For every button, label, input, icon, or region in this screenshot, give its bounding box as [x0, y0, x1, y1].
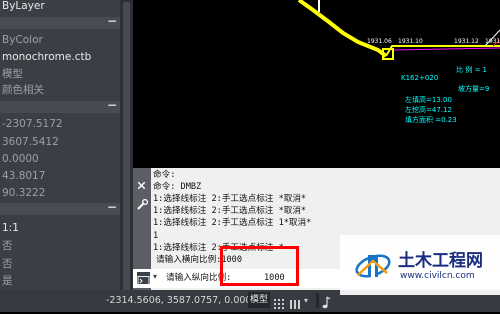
ucs-at-origin-value[interactable]: 否	[0, 255, 133, 273]
road-centerline	[297, 0, 388, 58]
collapse-icon[interactable]: −	[107, 98, 117, 112]
collapse-icon[interactable]: −	[107, 14, 117, 28]
section-header-view[interactable]: −	[0, 98, 120, 113]
layer-value[interactable]: ByLayer	[0, 0, 133, 15]
site-logo-icon	[355, 254, 391, 279]
status-divider	[316, 293, 319, 308]
fill-area-label: 填方面积 =0.23	[405, 116, 457, 124]
ucs-icon-on-value[interactable]: 否	[0, 237, 133, 255]
ground-line	[391, 47, 500, 51]
ucs-per-viewport-value[interactable]: 是	[0, 272, 133, 290]
watermark-url: www.civilcn.com	[400, 271, 475, 281]
drawing-canvas[interactable]: 1931.06 1931.10 1931.12 1931.0 比 例 = 1 K…	[133, 0, 500, 168]
collapse-icon[interactable]: −	[107, 200, 117, 214]
station-label-3: 1931.12	[454, 38, 479, 45]
history-line-4: 1:选择线标注 2:手工选点标注 *取消*	[153, 206, 307, 216]
design-grade-line	[385, 45, 500, 57]
watermark-title: 土木工程网	[398, 251, 483, 271]
history-line-1: 命令:	[153, 170, 176, 180]
slope-volume-label: 坡方量=9	[458, 85, 490, 93]
recent-commands-arrow[interactable]: ▾	[153, 272, 157, 281]
scale-note: 比 例 = 1	[456, 66, 487, 74]
cursor-coordinates[interactable]: -2314.5606, 3587.0757, 0.0000	[106, 294, 258, 308]
center-z-value[interactable]: 0.0000	[0, 150, 133, 168]
close-icon[interactable]	[137, 174, 146, 190]
snap-icon[interactable]	[290, 295, 302, 309]
history-line-3: 1:选择线标注 2:手工选点标注 *取消*	[153, 194, 307, 204]
history-line-5: 1:选择线标注 2:手工选点标注 1*取消*	[153, 218, 312, 228]
center-y-value[interactable]: 3607.5412	[0, 133, 133, 151]
annotation-scale-value[interactable]: 1:1	[0, 219, 133, 237]
height-value[interactable]: 43.8017	[0, 167, 133, 185]
music-note-icon[interactable]	[321, 294, 331, 309]
grid-icon[interactable]	[274, 295, 286, 309]
model-tab[interactable]: 模型	[248, 292, 270, 308]
drawing-svg	[297, 0, 500, 60]
properties-palette: ByLayer − ByColor monochrome.ctb 模型 颜色相关…	[0, 0, 133, 312]
chainage-label: K162+020	[401, 74, 439, 82]
command-prompt-icon[interactable]	[137, 272, 150, 286]
scrollbar-thumb[interactable]	[123, 2, 130, 302]
left-cut-label: 左挖高=47.12	[405, 106, 452, 114]
history-line-6: 1	[153, 231, 159, 241]
station-label-4: 1931.0	[485, 38, 500, 45]
watermark: 土木工程网 www.civilcn.com	[340, 235, 500, 295]
left-fill-label: 左填高=13.00	[405, 96, 452, 104]
plot-style-table-value[interactable]: monochrome.ctb	[0, 48, 133, 66]
center-x-value[interactable]: -2307.5172	[0, 115, 133, 133]
properties-scrollbar[interactable]	[120, 0, 133, 312]
station-label-2: 1931.10	[398, 38, 423, 45]
wrench-icon[interactable]	[136, 196, 149, 210]
station-label-1: 1931.06	[367, 38, 392, 45]
highlight-box	[220, 246, 299, 286]
color-dependent-value[interactable]: 颜色相关	[0, 81, 133, 99]
section-header-misc[interactable]: −	[0, 200, 120, 215]
plot-color-value[interactable]: ByColor	[0, 31, 133, 49]
snap-dropdown-icon[interactable]: ▾	[304, 296, 308, 305]
section-header-plot[interactable]: −	[0, 14, 120, 29]
history-line-2: 命令: DMBZ	[153, 182, 202, 192]
